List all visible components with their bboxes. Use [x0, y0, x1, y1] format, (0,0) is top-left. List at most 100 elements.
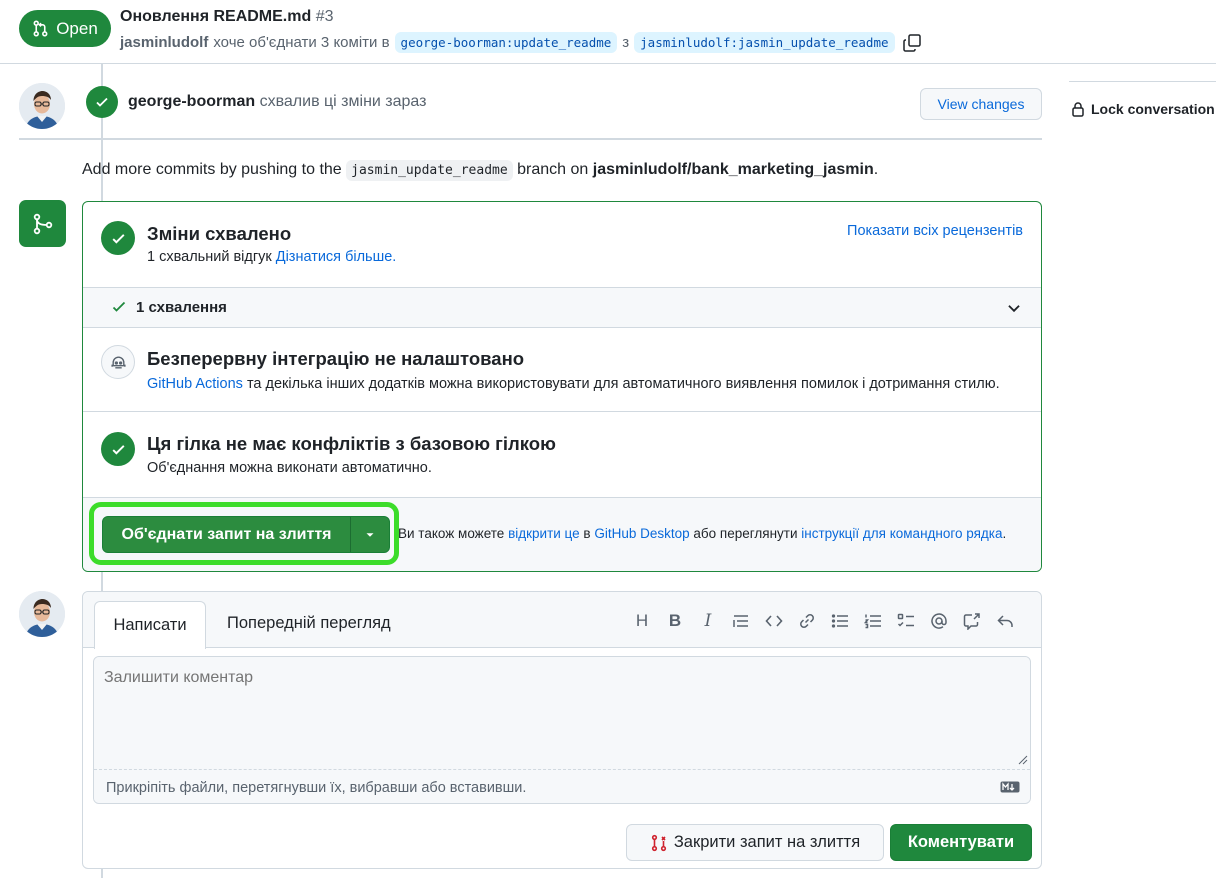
command-line-instructions-link[interactable]: інструкції для командного рядка [801, 526, 1002, 541]
base-branch-label[interactable]: george-boorman:update_readme [394, 32, 618, 53]
list-unordered-icon [831, 614, 848, 628]
triangle-down-icon [366, 532, 374, 537]
comment-textarea[interactable] [94, 657, 1030, 769]
comment-box: Написати Попередній перегляд H B I Залиш… [82, 591, 1042, 869]
close-pull-request-button[interactable]: Закрити запит на злиття [626, 824, 884, 861]
add-commits-hint: Add more commits by pushing to the jasmi… [82, 160, 879, 181]
pr-merge-text: хоче об'єднати 3 коміти в [213, 34, 390, 51]
reviewer-avatar[interactable] [19, 83, 65, 129]
approved-section: Зміни схвалено 1 схвальний відгук Дізнат… [83, 202, 1041, 288]
git-merge-icon [19, 200, 66, 247]
copy-icon[interactable] [902, 33, 922, 53]
approved-title: Зміни схвалено [147, 223, 292, 244]
git-pull-request-icon [33, 20, 48, 37]
lock-icon [1072, 102, 1084, 117]
reference-button[interactable] [963, 612, 981, 630]
pr-title: Оновлення README.md #3 [120, 8, 334, 26]
italic-button[interactable]: I [699, 611, 717, 631]
code-icon [765, 615, 783, 627]
markdown-icon[interactable] [1000, 781, 1020, 793]
pr-author-link[interactable]: jasminludolf [120, 34, 208, 51]
approved-check-icon [86, 86, 118, 118]
reviewer-name-link[interactable]: george-boorman [128, 93, 255, 110]
link-button[interactable] [798, 612, 816, 630]
approved-count: 1 схвальний відгук [147, 249, 272, 265]
code-button[interactable] [765, 612, 783, 630]
note-middle-2: або переглянути [693, 526, 798, 541]
mention-icon [931, 613, 947, 629]
comment-header: Написати Попередній перегляд H B I [83, 592, 1041, 649]
tab-preview[interactable]: Попередній перегляд [227, 614, 391, 633]
approved-desc: 1 схвальний відгук Дізнатися більше. [147, 248, 396, 267]
timeline-divider [19, 138, 1042, 140]
heading-button[interactable]: H [633, 611, 651, 630]
link-icon [800, 614, 814, 628]
learn-more-link[interactable]: Дізнатися більше. [276, 249, 397, 265]
ci-desc: GitHub Actions та декілька інших додаткі… [147, 375, 1027, 394]
merge-button-group: Об'єднати запит на злиття [102, 516, 390, 553]
bold-button[interactable]: B [666, 611, 684, 630]
note-prefix: Ви також можете [398, 526, 505, 541]
mention-button[interactable] [930, 612, 948, 630]
file-attachment-bar[interactable]: Прикріпіть файли, перетягнувши їх, вибра… [94, 769, 1030, 803]
push-hint-suffix: . [873, 161, 879, 178]
attach-files-text: Прикріпіть файли, перетягнувши їх, вибра… [106, 780, 527, 796]
saved-replies-button[interactable] [996, 612, 1014, 630]
task-list-button[interactable] [897, 612, 915, 630]
open-desktop-link[interactable]: відкрити це [508, 526, 580, 541]
approvals-toggle[interactable]: 1 схвалення [83, 288, 1041, 328]
merge-alternatives-note: Ви також можете відкрити це в GitHub Des… [398, 526, 1006, 541]
conflicts-desc: Об'єднання можна виконати автоматично. [147, 460, 432, 476]
view-changes-button[interactable]: View changes [920, 88, 1042, 120]
tab-write[interactable]: Написати [94, 601, 206, 649]
github-desktop-link[interactable]: GitHub Desktop [594, 526, 689, 541]
close-pull-request-label: Закрити запит на злиття [673, 833, 861, 851]
quote-button[interactable] [732, 612, 750, 630]
ordered-list-button[interactable] [864, 612, 882, 630]
review-timeline-item: george-boorman схвалив ці зміни зараз [86, 86, 426, 118]
github-actions-link[interactable]: GitHub Actions [147, 376, 243, 392]
comment-textarea-wrapper: Прикріпіть файли, перетягнувши їх, вибра… [93, 656, 1031, 804]
push-hint-repo: jasminludolf/bank_marketing_jasmin [592, 161, 874, 178]
review-text: george-boorman схвалив ці зміни зараз [128, 93, 426, 111]
pr-state-badge: Open [19, 10, 111, 47]
branch-connector: з [622, 34, 630, 51]
push-hint-branch: jasmin_update_readme [346, 160, 513, 181]
current-user-avatar[interactable] [19, 591, 65, 637]
conflicts-section: Ця гілка не має конфліктів з базовою гіл… [83, 412, 1041, 498]
resize-handle-icon[interactable] [1018, 755, 1028, 765]
git-pull-request-closed-icon [651, 834, 666, 851]
approved-check-icon [101, 221, 135, 255]
push-hint-middle: branch on [517, 161, 589, 178]
markdown-toolbar: H B I [633, 611, 1014, 631]
robot-icon [101, 345, 135, 379]
ci-desc-text: та декілька інших додатків можна викорис… [246, 376, 1000, 392]
lock-conversation-button[interactable]: Lock conversation [1070, 101, 1215, 117]
pr-title-text: Оновлення README.md [120, 8, 312, 25]
merge-pull-request-button[interactable]: Об'єднати запит на злиття [103, 517, 351, 552]
ci-section: Безперервну інтеграцію не налаштовано Gi… [83, 328, 1041, 412]
merge-options-dropdown[interactable] [351, 517, 389, 552]
pr-state-label: Open [56, 18, 98, 38]
cross-reference-icon [963, 613, 980, 630]
avatar-image [19, 83, 65, 129]
note-middle-1: в [583, 526, 591, 541]
list-ordered-icon [864, 614, 881, 629]
push-hint-prefix: Add more commits by pushing to the [82, 161, 342, 178]
lock-conversation-label: Lock conversation [1091, 101, 1215, 117]
no-conflicts-check-icon [101, 432, 135, 466]
conflicts-title: Ця гілка не має конфліктів з базовою гіл… [147, 433, 556, 454]
unordered-list-button[interactable] [831, 612, 849, 630]
chevron-down-icon[interactable] [1005, 299, 1023, 317]
pr-header: Open Оновлення README.md #3 jasminludolf… [0, 0, 1216, 64]
note-suffix: . [1002, 526, 1007, 541]
reply-icon [997, 615, 1013, 627]
head-branch-label[interactable]: jasminludolf:jasmin_update_readme [634, 32, 895, 53]
check-icon [112, 301, 126, 312]
comment-submit-button[interactable]: Коментувати [890, 824, 1032, 861]
approvals-label: 1 схвалення [136, 299, 227, 316]
avatar-image [19, 591, 65, 637]
show-all-reviewers-link[interactable]: Показати всіх рецензентів [847, 223, 1023, 239]
sidebar-separator [1069, 81, 1216, 82]
tasklist-icon [897, 613, 914, 627]
